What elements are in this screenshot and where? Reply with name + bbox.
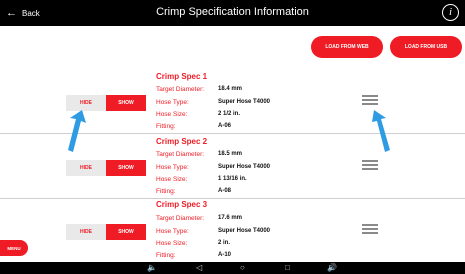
drag-handle-icon[interactable] [362, 160, 378, 170]
fitting-row: Fitting: A-06 [156, 123, 231, 130]
hose-size-label: Hose Size: [156, 176, 188, 183]
annotation-arrow-icon [68, 110, 86, 152]
target-diameter-value: 18.5 mm [218, 151, 243, 157]
fitting-label: Fitting: [156, 188, 176, 195]
hose-size-value: 1 13/16 in. [218, 176, 247, 182]
hose-type-row: Hose Type: Super Hose T4000 [156, 164, 270, 171]
visibility-toggle: HIDE SHOW [66, 160, 146, 176]
drag-handle-icon[interactable] [362, 95, 378, 105]
hose-type-row: Hose Type: Super Hose T4000 [156, 228, 270, 235]
visibility-toggle: HIDE SHOW [66, 224, 146, 240]
hide-button[interactable]: HIDE [66, 224, 106, 240]
hose-size-value: 2 1/2 in. [218, 111, 241, 117]
target-diameter-row: Target Diameter: 18.4 mm [156, 86, 242, 93]
volume-down-icon[interactable]: 🔈 [147, 263, 157, 273]
page-title: Crimp Specification Information [156, 6, 309, 18]
top-bar: ← Back Crimp Specification Information i [0, 0, 465, 26]
load-from-web-button[interactable]: LOAD FROM WEB [311, 36, 383, 58]
hose-type-value: Super Hose T4000 [218, 164, 271, 170]
fitting-value: A-10 [218, 252, 232, 258]
show-button[interactable]: SHOW [106, 160, 146, 176]
hose-size-row: Hose Size: 2 in. [156, 240, 230, 247]
hose-type-label: Hose Type: [156, 99, 189, 106]
nav-back-icon[interactable]: ◁ [196, 263, 202, 273]
hose-type-value: Super Hose T4000 [218, 228, 271, 234]
target-diameter-label: Target Diameter: [156, 215, 205, 222]
volume-up-icon[interactable]: 🔊 [327, 263, 337, 273]
hose-size-value: 2 in. [218, 240, 231, 246]
hose-size-label: Hose Size: [156, 240, 188, 247]
info-icon[interactable]: i [442, 4, 459, 21]
hose-type-value: Super Hose T4000 [218, 99, 271, 105]
show-button[interactable]: SHOW [106, 224, 146, 240]
show-button[interactable]: SHOW [106, 95, 146, 111]
spec-title: Crimp Spec 1 [156, 72, 208, 81]
fitting-label: Fitting: [156, 123, 176, 130]
fitting-row: Fitting: A-08 [156, 188, 231, 195]
target-diameter-label: Target Diameter: [156, 86, 205, 93]
fitting-value: A-06 [218, 123, 232, 129]
spec-title: Crimp Spec 2 [156, 137, 208, 146]
nav-recents-icon[interactable]: □ [285, 263, 290, 273]
system-nav-bar: 🔈 ◁ ○ □ 🔊 [0, 262, 465, 274]
menu-button[interactable]: MENU [0, 240, 28, 256]
nav-home-icon[interactable]: ○ [240, 263, 245, 273]
target-diameter-label: Target Diameter: [156, 151, 205, 158]
crimp-spec-row-3: HIDE SHOW Crimp Spec 3 Target Diameter: … [0, 199, 465, 262]
drag-handle-icon[interactable] [362, 224, 378, 234]
target-diameter-value: 18.4 mm [218, 86, 243, 92]
load-from-usb-button[interactable]: LOAD FROM USB [390, 36, 462, 58]
target-diameter-row: Target Diameter: 17.6 mm [156, 215, 242, 222]
hide-button[interactable]: HIDE [66, 160, 106, 176]
annotation-arrow-icon [372, 110, 390, 152]
hide-button[interactable]: HIDE [66, 95, 106, 111]
hose-size-row: Hose Size: 1 13/16 in. [156, 176, 247, 183]
hose-type-row: Hose Type: Super Hose T4000 [156, 99, 270, 106]
fitting-label: Fitting: [156, 252, 176, 259]
fitting-value: A-08 [218, 188, 232, 194]
hose-size-row: Hose Size: 2 1/2 in. [156, 111, 240, 118]
visibility-toggle: HIDE SHOW [66, 95, 146, 111]
target-diameter-value: 17.6 mm [218, 215, 243, 221]
target-diameter-row: Target Diameter: 18.5 mm [156, 151, 242, 158]
spec-title: Crimp Spec 3 [156, 200, 208, 209]
fitting-row: Fitting: A-10 [156, 252, 231, 259]
hose-type-label: Hose Type: [156, 164, 189, 171]
hose-size-label: Hose Size: [156, 111, 188, 118]
hose-type-label: Hose Type: [156, 228, 189, 235]
